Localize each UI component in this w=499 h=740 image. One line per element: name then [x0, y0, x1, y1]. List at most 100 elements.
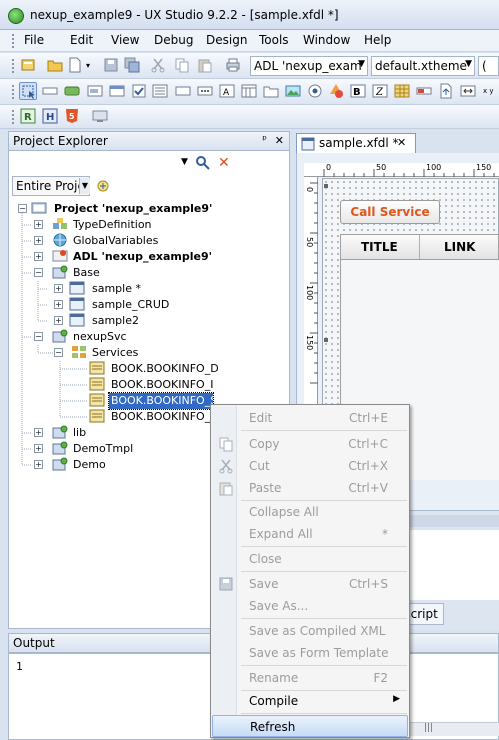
shapes-comp-icon[interactable] [328, 83, 346, 101]
tree-node-bookinfo-d[interactable]: BOOK.BOOKINFO_D [111, 361, 219, 377]
pin-icon[interactable]: ᵖ [262, 133, 267, 146]
menu-design[interactable]: Design [206, 33, 247, 47]
adl-combo[interactable]: ADL 'nexup_exam ▼ [250, 56, 368, 76]
radio-comp-icon[interactable] [307, 83, 325, 101]
ctx-edit[interactable]: Edit Ctrl+E [212, 407, 408, 429]
tree-node-nexupsvc[interactable]: nexupSvc [73, 329, 127, 345]
horizontal-scrollbar[interactable]: ||| [410, 722, 499, 736]
expand-toggle[interactable]: + [34, 252, 43, 261]
toolbar-grip[interactable] [12, 110, 16, 124]
ctx-expand-all[interactable]: Expand All * [212, 523, 408, 545]
tree-node-demotmpl[interactable]: DemoTmpl [73, 441, 133, 457]
extra-combo[interactable]: ( [478, 56, 499, 76]
ctx-save[interactable]: Save Ctrl+S [212, 573, 408, 595]
menu-view[interactable]: View [111, 33, 139, 47]
menu-file[interactable]: File [24, 33, 44, 47]
expand-toggle[interactable]: + [54, 300, 63, 309]
ctx-save-compiled-xml[interactable]: Save as Compiled XML [212, 620, 408, 642]
ctx-save-form-template[interactable]: Save as Form Template [212, 642, 408, 664]
copy-icon[interactable] [174, 57, 192, 75]
tab-sample-xfdl[interactable]: sample.xfdl * ✕ [296, 133, 416, 153]
expand-toggle[interactable]: − [54, 348, 63, 357]
ctx-refresh[interactable]: Refresh [212, 715, 408, 737]
checkbox-comp-icon[interactable] [131, 83, 149, 101]
new-file-icon[interactable] [67, 57, 85, 75]
maskedit-comp-icon[interactable]: A [219, 83, 237, 101]
search-icon[interactable] [195, 155, 211, 174]
ctx-save-as[interactable]: Save As... [212, 595, 408, 617]
more-comp-icon[interactable]: x y [482, 83, 499, 101]
chevron-down-icon[interactable]: ▼ [79, 178, 90, 194]
expand-toggle[interactable]: + [54, 316, 63, 325]
tree-node-adl[interactable]: ADL 'nexup_example9' [73, 249, 212, 265]
menu-debug[interactable]: Debug [154, 33, 193, 47]
tree-node-project[interactable]: Project 'nexup_example9' [54, 201, 212, 217]
expand-toggle[interactable]: + [34, 428, 43, 437]
sync-icon[interactable] [95, 178, 111, 197]
tree-node-sample2[interactable]: sample2 [92, 313, 139, 329]
spin-comp-icon[interactable] [197, 83, 215, 101]
search-dropdown-icon[interactable]: ▼ [181, 157, 188, 167]
webbrowser-comp-icon[interactable]: B [350, 83, 368, 101]
tree-node-bookinfo-u[interactable]: BOOK.BOOKINFO_U [111, 409, 212, 425]
calendar-comp-icon[interactable] [241, 83, 259, 101]
select-tool-icon[interactable] [19, 82, 37, 100]
h-badge-icon[interactable]: H [42, 108, 60, 126]
print-icon[interactable] [225, 57, 243, 75]
menu-window[interactable]: Window [303, 33, 350, 47]
tree-node-typedefinition[interactable]: TypeDefinition [73, 217, 152, 233]
tree-node-sample[interactable]: sample * [92, 281, 141, 297]
imageviewer-comp-icon[interactable] [285, 83, 303, 101]
progressbar-comp-icon[interactable] [416, 83, 434, 101]
ctx-compile[interactable]: Compile ▶ [212, 690, 408, 712]
tree-node-lib[interactable]: lib [73, 425, 86, 441]
close-icon[interactable]: ✕ [397, 136, 406, 149]
ctx-paste[interactable]: Paste Ctrl+V [212, 477, 408, 499]
toolbar-grip[interactable] [12, 59, 16, 73]
ctx-cut[interactable]: Cut Ctrl+X [212, 455, 408, 477]
menubar-grip[interactable] [12, 34, 16, 48]
edit-comp-icon[interactable] [87, 83, 105, 101]
device-preview-icon[interactable] [92, 108, 110, 126]
resize-handle[interactable] [324, 184, 328, 188]
save-all-icon[interactable] [124, 57, 142, 75]
close-icon[interactable]: ✕ [275, 134, 284, 147]
new-file-dropdown-icon[interactable]: ▾ [86, 61, 90, 70]
tree-node-globalvariables[interactable]: GlobalVariables [73, 233, 158, 249]
tree-node-base[interactable]: Base [73, 265, 100, 281]
ctx-rename[interactable]: Rename F2 [212, 667, 408, 689]
tree-node-sample-crud[interactable]: sample_CRUD [92, 297, 169, 313]
data-grid[interactable]: TITLE LINK [340, 234, 499, 260]
button-comp-icon[interactable] [64, 83, 82, 101]
menu-edit[interactable]: Edit [70, 33, 93, 47]
splitter-comp-icon[interactable] [460, 83, 478, 101]
paste-icon[interactable] [197, 57, 215, 75]
expand-toggle[interactable]: − [34, 332, 43, 341]
menu-tools[interactable]: Tools [259, 33, 289, 47]
menu-help[interactable]: Help [364, 33, 391, 47]
tree-node-demo[interactable]: Demo [73, 457, 106, 473]
toolbar-grip[interactable] [12, 85, 16, 99]
tree-node-bookinfo-s[interactable]: BOOK.BOOKINFO_S [108, 392, 214, 410]
clear-search-icon[interactable]: ✕ [218, 155, 230, 171]
ctx-collapse-all[interactable]: Collapse All [212, 501, 408, 523]
expand-toggle[interactable]: + [54, 284, 63, 293]
expand-toggle[interactable]: + [34, 444, 43, 453]
textarea-comp-icon[interactable] [175, 83, 193, 101]
expand-toggle[interactable]: + [34, 220, 43, 229]
expand-toggle[interactable]: + [34, 236, 43, 245]
list-comp-icon[interactable] [152, 83, 170, 101]
open-folder-icon[interactable] [47, 57, 65, 75]
expand-toggle[interactable]: + [34, 460, 43, 469]
combo-comp-icon[interactable] [109, 83, 127, 101]
new-project-icon[interactable] [20, 57, 38, 75]
explorer-search-input[interactable] [12, 155, 190, 173]
cut-icon[interactable] [150, 57, 168, 75]
fileupload-comp-icon[interactable] [438, 83, 456, 101]
grid-comp-icon[interactable] [394, 83, 412, 101]
tree-node-services[interactable]: Services [92, 345, 138, 361]
expand-toggle[interactable]: − [34, 268, 43, 277]
resize-handle[interactable] [324, 338, 328, 342]
html5-icon[interactable]: 5 [64, 108, 82, 126]
script-editor[interactable] [410, 530, 499, 600]
